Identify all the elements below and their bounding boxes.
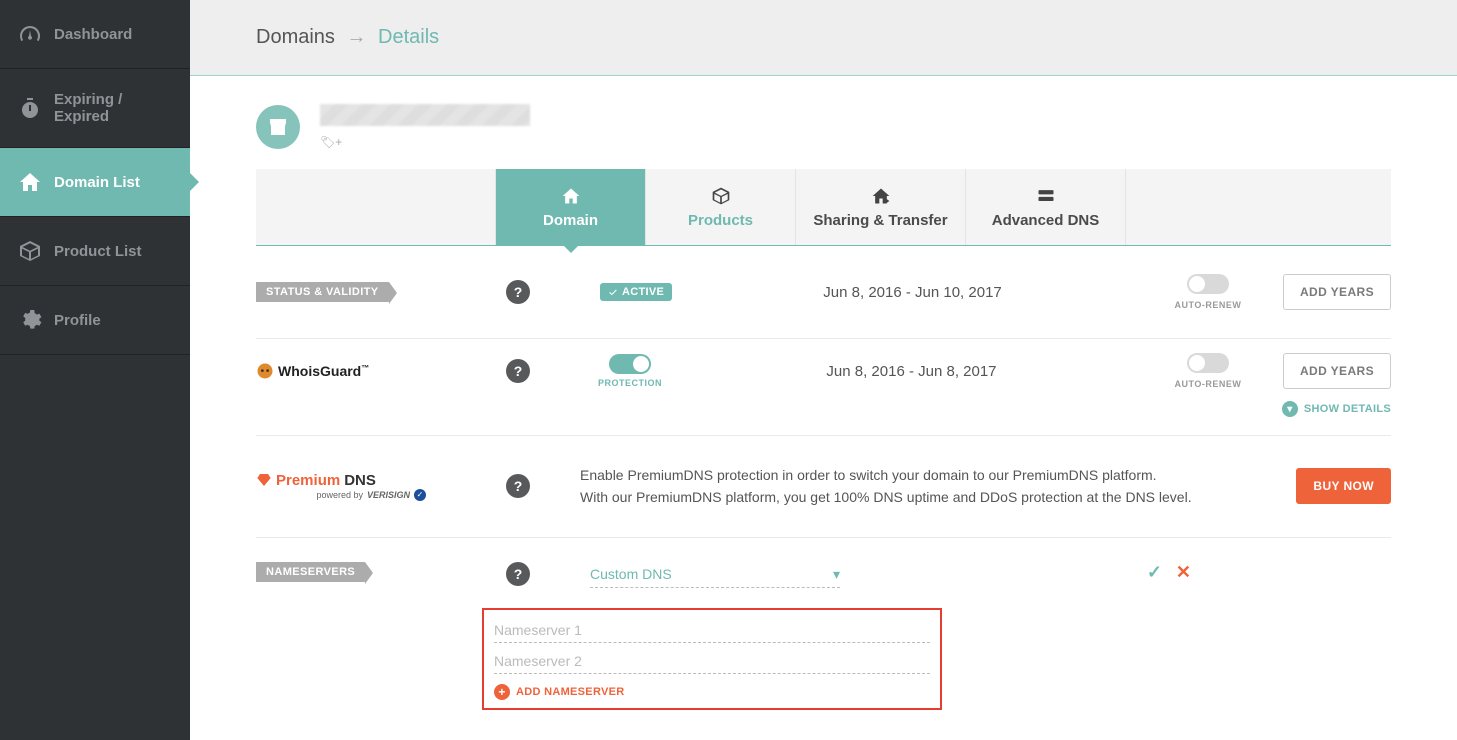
auto-renew-label: AUTO-RENEW xyxy=(1175,300,1242,310)
chevron-down-icon: ▾ xyxy=(1282,401,1298,417)
status-section-label: STATUS & VALIDITY xyxy=(256,282,389,302)
premium-name2: DNS xyxy=(344,472,376,489)
help-icon[interactable]: ? xyxy=(506,359,530,383)
check-icon xyxy=(608,287,618,297)
powered-by-text: powered by xyxy=(316,490,363,500)
diamond-icon xyxy=(256,472,272,488)
sidebar-item-label: Product List xyxy=(54,243,142,260)
tab-domain[interactable]: Domain xyxy=(496,169,646,245)
sidebar-item-label: Expiring / Expired xyxy=(54,91,172,125)
sidebar-item-label: Domain List xyxy=(54,174,140,191)
tabs: Domain Products Sharing & Transfer Advan… xyxy=(256,169,1391,246)
add-years-button[interactable]: ADD YEARS xyxy=(1283,274,1391,310)
nameservers-row: NAMESERVERS ? Custom DNS ▾ ✓ ✕ xyxy=(256,538,1391,588)
premiumdns-row: PremiumDNS powered by VERISIGN ✓ ? Enabl… xyxy=(256,436,1391,538)
show-details-link[interactable]: ▾ SHOW DETAILS xyxy=(256,393,1391,436)
breadcrumb-root[interactable]: Domains xyxy=(256,26,335,48)
premium-line2: With our PremiumDNS platform, you get 10… xyxy=(580,486,1256,508)
nameserver-input-box: + ADD NAMESERVER xyxy=(482,608,942,710)
sidebar-item-dashboard[interactable]: Dashboard xyxy=(0,0,190,69)
house-icon xyxy=(561,186,581,206)
domain-name-redacted xyxy=(320,104,530,126)
protection-toggle[interactable] xyxy=(609,354,651,374)
server-icon xyxy=(1035,186,1057,206)
premium-line1: Enable PremiumDNS protection in order to… xyxy=(580,464,1256,486)
sidebar-item-expiring[interactable]: Expiring / Expired xyxy=(0,69,190,148)
breadcrumb: Domains → Details xyxy=(190,0,1457,75)
auto-renew-toggle[interactable] xyxy=(1187,274,1229,294)
auto-renew-toggle[interactable] xyxy=(1187,353,1229,373)
plus-icon: + xyxy=(494,684,510,700)
premium-name1: Premium xyxy=(276,472,340,489)
box-icon xyxy=(18,239,42,263)
tag-icon[interactable]: 🏷+ xyxy=(320,135,530,149)
verisign-text: VERISIGN xyxy=(367,490,410,500)
tab-blank[interactable] xyxy=(256,169,496,245)
status-dates: Jun 8, 2016 - Jun 10, 2017 xyxy=(692,284,1133,301)
sidebar-item-label: Dashboard xyxy=(54,26,132,43)
premium-description: Enable PremiumDNS protection in order to… xyxy=(550,464,1276,509)
sidebar-item-domain-list[interactable]: Domain List xyxy=(0,148,190,217)
status-row: STATUS & VALIDITY ? ACTIVE Jun 8, 2016 -… xyxy=(256,246,1391,339)
breadcrumb-current: Details xyxy=(378,26,439,48)
house-icon xyxy=(18,170,42,194)
nameserver-1-input[interactable] xyxy=(494,618,930,643)
tab-advanced-dns[interactable]: Advanced DNS xyxy=(966,169,1126,245)
stopwatch-icon xyxy=(18,96,42,120)
add-nameserver-label: ADD NAMESERVER xyxy=(516,686,625,698)
confirm-icon[interactable]: ✓ xyxy=(1147,562,1162,583)
tab-label: Sharing & Transfer xyxy=(813,212,947,229)
gear-icon xyxy=(18,308,42,332)
help-icon[interactable]: ? xyxy=(506,474,530,498)
whois-dates: Jun 8, 2016 - Jun 8, 2017 xyxy=(690,363,1133,380)
shield-mask-icon xyxy=(256,362,274,380)
storefront-icon xyxy=(266,115,290,139)
tab-products[interactable]: Products xyxy=(646,169,796,245)
breadcrumb-arrow-icon: → xyxy=(346,26,366,48)
tab-sharing[interactable]: Sharing & Transfer xyxy=(796,169,966,245)
sidebar-item-label: Profile xyxy=(54,312,101,329)
tab-label: Products xyxy=(688,212,753,229)
share-icon xyxy=(871,186,891,206)
cancel-icon[interactable]: ✕ xyxy=(1176,562,1191,583)
domain-header: 🏷+ xyxy=(256,104,1391,149)
add-years-button[interactable]: ADD YEARS xyxy=(1283,353,1391,389)
gauge-icon xyxy=(18,22,42,46)
show-details-label: SHOW DETAILS xyxy=(1304,403,1391,415)
sidebar-item-product-list[interactable]: Product List xyxy=(0,217,190,286)
chevron-down-icon: ▾ xyxy=(833,566,840,583)
nameserver-type-select[interactable]: Custom DNS ▾ xyxy=(590,562,840,588)
trademark-icon: ™ xyxy=(361,363,369,372)
ns-select-value: Custom DNS xyxy=(590,566,672,582)
buy-now-button[interactable]: BUY NOW xyxy=(1296,468,1391,504)
verisign-badge-icon: ✓ xyxy=(414,489,426,501)
whois-brand-suffix: Guard xyxy=(320,363,361,379)
auto-renew-label: AUTO-RENEW xyxy=(1175,379,1242,389)
nameservers-section-label: NAMESERVERS xyxy=(256,562,365,582)
status-badge: ACTIVE xyxy=(600,283,672,301)
premiumdns-brand: PremiumDNS powered by VERISIGN ✓ xyxy=(256,472,426,501)
help-icon[interactable]: ? xyxy=(506,280,530,304)
sidebar-item-profile[interactable]: Profile xyxy=(0,286,190,355)
whoisguard-row: WhoisGuard™ ? PROTECTION Jun 8, 2016 - J… xyxy=(256,339,1391,393)
domain-avatar xyxy=(256,105,300,149)
tab-label: Advanced DNS xyxy=(992,212,1100,229)
whoisguard-brand: WhoisGuard™ xyxy=(256,362,426,380)
tab-label: Domain xyxy=(543,212,598,229)
help-icon[interactable]: ? xyxy=(506,562,530,586)
sidebar: Dashboard Expiring / Expired Domain List… xyxy=(0,0,190,740)
protection-label: PROTECTION xyxy=(598,378,662,388)
status-badge-text: ACTIVE xyxy=(622,286,664,298)
nameserver-2-input[interactable] xyxy=(494,649,930,674)
box-icon xyxy=(711,186,731,206)
whois-brand-prefix: Whois xyxy=(278,363,320,379)
main-content: Domains → Details 🏷+ Domain xyxy=(190,0,1457,740)
add-nameserver-button[interactable]: + ADD NAMESERVER xyxy=(494,684,930,700)
